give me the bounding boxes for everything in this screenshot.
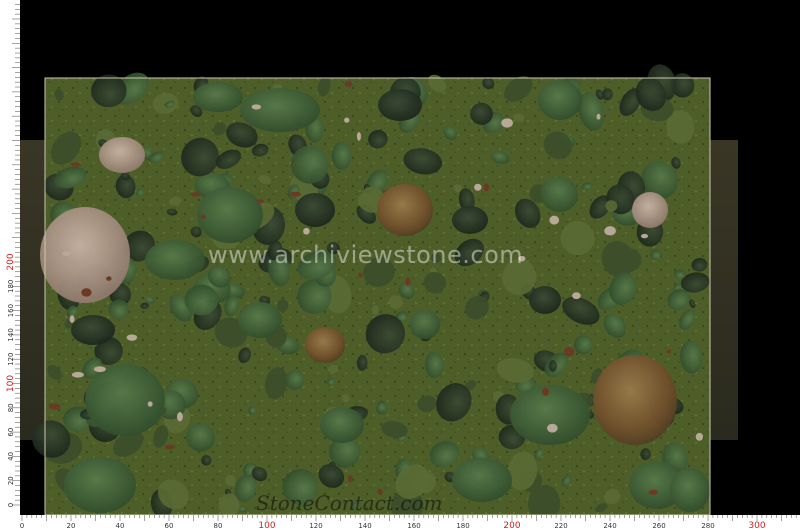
left-ruler-label: 200 bbox=[6, 253, 16, 270]
small-stone bbox=[572, 292, 581, 300]
left-ruler-label: 20 bbox=[7, 476, 15, 485]
bottom-ruler-label: 120 bbox=[309, 522, 322, 530]
bottom-watermark-text: StoneContact.com bbox=[256, 491, 442, 515]
small-stone bbox=[81, 288, 92, 297]
left-ruler: 200180160140120100806040200 bbox=[0, 0, 20, 515]
small-stone bbox=[666, 349, 672, 354]
large-pebble bbox=[320, 407, 364, 443]
large-pebble bbox=[593, 355, 677, 445]
small-stone bbox=[596, 113, 601, 120]
left-ruler-label: 80 bbox=[7, 403, 15, 412]
left-ruler-label: 0 bbox=[7, 503, 15, 507]
bottom-ruler-label: 60 bbox=[165, 522, 174, 530]
slab-photo: 200180160140120100806040200 0 20 40 60 80 100… bbox=[0, 0, 800, 530]
small-stone bbox=[405, 277, 411, 286]
small-stone bbox=[164, 444, 175, 450]
large-pebble bbox=[193, 82, 243, 112]
left-side-strip bbox=[20, 140, 46, 440]
large-pebble bbox=[145, 240, 205, 280]
small-stone bbox=[176, 412, 183, 422]
small-stone bbox=[501, 118, 513, 128]
small-stone bbox=[541, 387, 550, 396]
bottom-ruler-label: 220 bbox=[554, 522, 567, 530]
bottom-ruler-label: 40 bbox=[116, 522, 125, 530]
small-stone bbox=[474, 183, 482, 191]
bottom-ruler-label: 160 bbox=[407, 522, 420, 530]
small-stone bbox=[483, 183, 490, 192]
bottom-ruler-label: 260 bbox=[652, 522, 665, 530]
left-ruler-label: 100 bbox=[6, 375, 16, 392]
right-side-strip bbox=[708, 140, 738, 440]
small-stone bbox=[604, 226, 616, 236]
pebble bbox=[549, 360, 557, 372]
large-pebble bbox=[529, 286, 561, 314]
bottom-ruler-label: 280 bbox=[701, 522, 714, 530]
large-pebble bbox=[510, 385, 590, 445]
small-stone bbox=[106, 276, 112, 281]
small-stone bbox=[356, 132, 361, 141]
left-ruler-label: 160 bbox=[7, 304, 15, 317]
small-stone bbox=[200, 214, 206, 220]
small-stone bbox=[303, 227, 310, 235]
left-ruler-label: 40 bbox=[7, 452, 15, 461]
small-stone bbox=[71, 371, 84, 378]
large-pebble bbox=[71, 315, 115, 345]
bottom-ruler-label: 140 bbox=[358, 522, 371, 530]
large-pebble bbox=[670, 468, 710, 512]
left-ruler-label: 60 bbox=[7, 428, 15, 437]
bottom-ruler: 0 20 40 60 80 100 120 140 160 180 200 220 240 260 280 3… bbox=[0, 515, 800, 530]
bottom-ruler-label: 0 bbox=[20, 522, 24, 530]
large-pebble bbox=[64, 457, 136, 513]
large-pebble bbox=[632, 192, 668, 228]
left-ruler-label: 140 bbox=[7, 328, 15, 341]
small-stone bbox=[289, 191, 302, 197]
small-stone bbox=[62, 251, 71, 257]
bottom-ruler-label: 180 bbox=[456, 522, 469, 530]
small-stone bbox=[256, 199, 264, 204]
bottom-ruler-label: 20 bbox=[67, 522, 76, 530]
small-stone bbox=[48, 403, 61, 410]
large-pebble bbox=[305, 327, 345, 363]
small-stone bbox=[190, 192, 201, 197]
small-stone bbox=[251, 104, 262, 110]
large-pebble bbox=[538, 80, 582, 120]
large-pebble bbox=[377, 184, 433, 236]
large-pebble bbox=[238, 302, 282, 338]
large-pebble bbox=[99, 137, 145, 173]
large-pebble bbox=[240, 88, 320, 132]
small-stone bbox=[547, 423, 558, 433]
small-stone bbox=[69, 315, 75, 323]
bottom-ruler-label: 200 bbox=[503, 521, 520, 530]
bottom-ruler-label: 80 bbox=[214, 522, 223, 530]
bottom-ruler-label: 240 bbox=[603, 522, 616, 530]
left-ruler-label: 120 bbox=[7, 353, 15, 366]
large-pebble bbox=[85, 364, 165, 436]
small-stone bbox=[348, 474, 353, 483]
large-pebble bbox=[452, 206, 488, 234]
small-stone bbox=[549, 215, 560, 225]
small-stone bbox=[648, 489, 659, 495]
large-pebble bbox=[378, 89, 422, 121]
watermark-text: www.archiviewstone.com bbox=[208, 241, 523, 269]
large-pebble bbox=[452, 458, 512, 502]
bottom-ruler-label: 300 bbox=[748, 521, 765, 530]
small-stone bbox=[344, 81, 353, 87]
small-stone bbox=[93, 366, 106, 373]
large-pebble bbox=[197, 187, 263, 243]
small-stone bbox=[640, 233, 649, 239]
small-stone bbox=[563, 346, 575, 357]
bottom-ruler-label: 100 bbox=[258, 521, 275, 530]
left-ruler-label: 180 bbox=[7, 280, 15, 293]
large-pebble bbox=[295, 193, 335, 227]
small-stone bbox=[695, 432, 704, 441]
small-stone bbox=[147, 401, 153, 407]
small-stone bbox=[358, 272, 363, 278]
small-stone bbox=[70, 162, 81, 167]
stone-slab bbox=[32, 64, 711, 523]
small-stone bbox=[126, 334, 138, 341]
small-stone bbox=[344, 117, 350, 123]
